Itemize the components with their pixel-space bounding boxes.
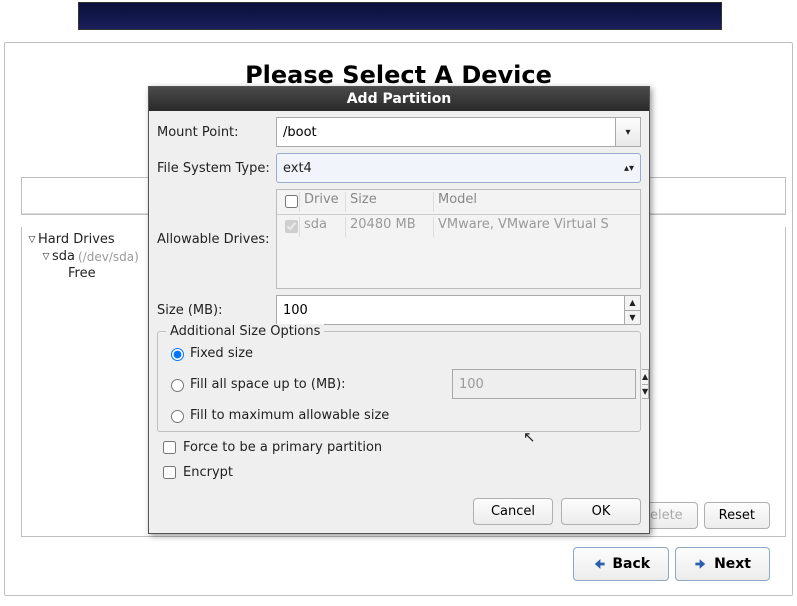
spin-down-icon[interactable]: ▼ (625, 310, 641, 326)
drives-select-all-checkbox[interactable] (285, 195, 298, 208)
arrow-left-icon (592, 557, 606, 571)
drives-header-drive: Drive (299, 192, 345, 212)
encrypt-row[interactable]: Encrypt (159, 463, 641, 482)
tree-label: sda (52, 249, 75, 264)
drives-header-row: Drive Size Model (277, 190, 640, 215)
next-button-label: Next (714, 556, 751, 572)
tree-twisty-icon[interactable]: ▽ (40, 252, 52, 262)
radio-fill-up-to-input[interactable] (171, 379, 184, 392)
radio-fill-max-input[interactable] (171, 410, 184, 423)
next-button[interactable]: Next (675, 547, 770, 581)
fs-type-label: File System Type: (157, 161, 276, 176)
tree-label: Free (68, 266, 96, 281)
force-primary-checkbox[interactable] (163, 441, 176, 454)
drive-row-size: 20480 MB (345, 217, 433, 237)
tree-device-path: (/dev/sda) (78, 250, 139, 264)
tree-twisty-icon[interactable]: ▽ (26, 235, 38, 245)
drive-row-model: VMware, VMware Virtual S (433, 217, 636, 237)
select-stepper-icon: ▴▾ (624, 163, 634, 174)
drives-header-model: Model (433, 192, 636, 212)
radio-fixed-size[interactable]: Fixed size (166, 345, 632, 361)
fs-type-select[interactable]: ext4 ▴▾ (276, 153, 641, 183)
radio-fill-up-to-label: Fill all space up to (MB): (190, 377, 346, 392)
encrypt-checkbox[interactable] (163, 466, 176, 479)
drive-row-name: sda (299, 217, 345, 237)
allowable-drives-label: Allowable Drives: (157, 232, 276, 247)
reset-button[interactable]: Reset (704, 502, 770, 529)
mount-point-input[interactable] (276, 117, 615, 147)
drives-header-size: Size (345, 192, 433, 212)
drive-row-checkbox[interactable] (285, 220, 298, 233)
encrypt-label: Encrypt (183, 465, 233, 480)
cancel-button[interactable]: Cancel (473, 498, 553, 525)
ok-button[interactable]: OK (561, 498, 641, 525)
force-primary-label: Force to be a primary partition (183, 440, 382, 455)
radio-fill-max[interactable]: Fill to maximum allowable size (166, 407, 632, 423)
fs-type-value: ext4 (283, 161, 312, 176)
dialog-title: Add Partition (149, 87, 649, 111)
radio-fixed-size-input[interactable] (171, 348, 184, 361)
fill-up-to-spinbox: ▲ ▼ (452, 369, 632, 399)
radio-fill-up-to[interactable]: Fill all space up to (MB): ▲ ▼ (166, 369, 632, 399)
drive-row[interactable]: sda 20480 MB VMware, VMware Virtual S (277, 215, 640, 239)
mount-point-label: Mount Point: (157, 125, 276, 140)
tree-label: Hard Drives (38, 232, 115, 247)
additional-size-options: Additional Size Options Fixed size Fill … (157, 331, 641, 432)
fill-up-to-input (452, 369, 636, 399)
dialog-buttons: Cancel OK (149, 490, 649, 533)
add-partition-dialog: Add Partition Mount Point: ▾ File System… (148, 86, 650, 534)
wizard-nav: Back Next (573, 547, 770, 581)
size-spinbox[interactable]: ▲ ▼ (276, 295, 641, 325)
allowable-drives-list[interactable]: Drive Size Model sda 20480 MB VMware, VM… (276, 189, 641, 289)
installer-header-bar (78, 2, 722, 30)
chevron-down-icon: ▾ (625, 127, 630, 138)
back-button[interactable]: Back (573, 547, 669, 581)
spin-up-icon: ▲ (642, 369, 649, 384)
mount-point-combo[interactable]: ▾ (276, 117, 641, 147)
additional-size-legend: Additional Size Options (166, 324, 324, 339)
radio-fixed-size-label: Fixed size (190, 346, 253, 361)
size-label: Size (MB): (157, 303, 276, 318)
radio-fill-max-label: Fill to maximum allowable size (190, 408, 389, 423)
spin-up-icon[interactable]: ▲ (625, 295, 641, 310)
size-input[interactable] (276, 295, 625, 325)
arrow-right-icon (694, 557, 708, 571)
force-primary-row[interactable]: Force to be a primary partition (159, 438, 641, 457)
mount-point-dropdown-button[interactable]: ▾ (615, 117, 641, 147)
back-button-label: Back (612, 556, 650, 572)
spin-down-icon: ▼ (642, 384, 649, 400)
page-title: Please Select A Device (5, 61, 792, 89)
